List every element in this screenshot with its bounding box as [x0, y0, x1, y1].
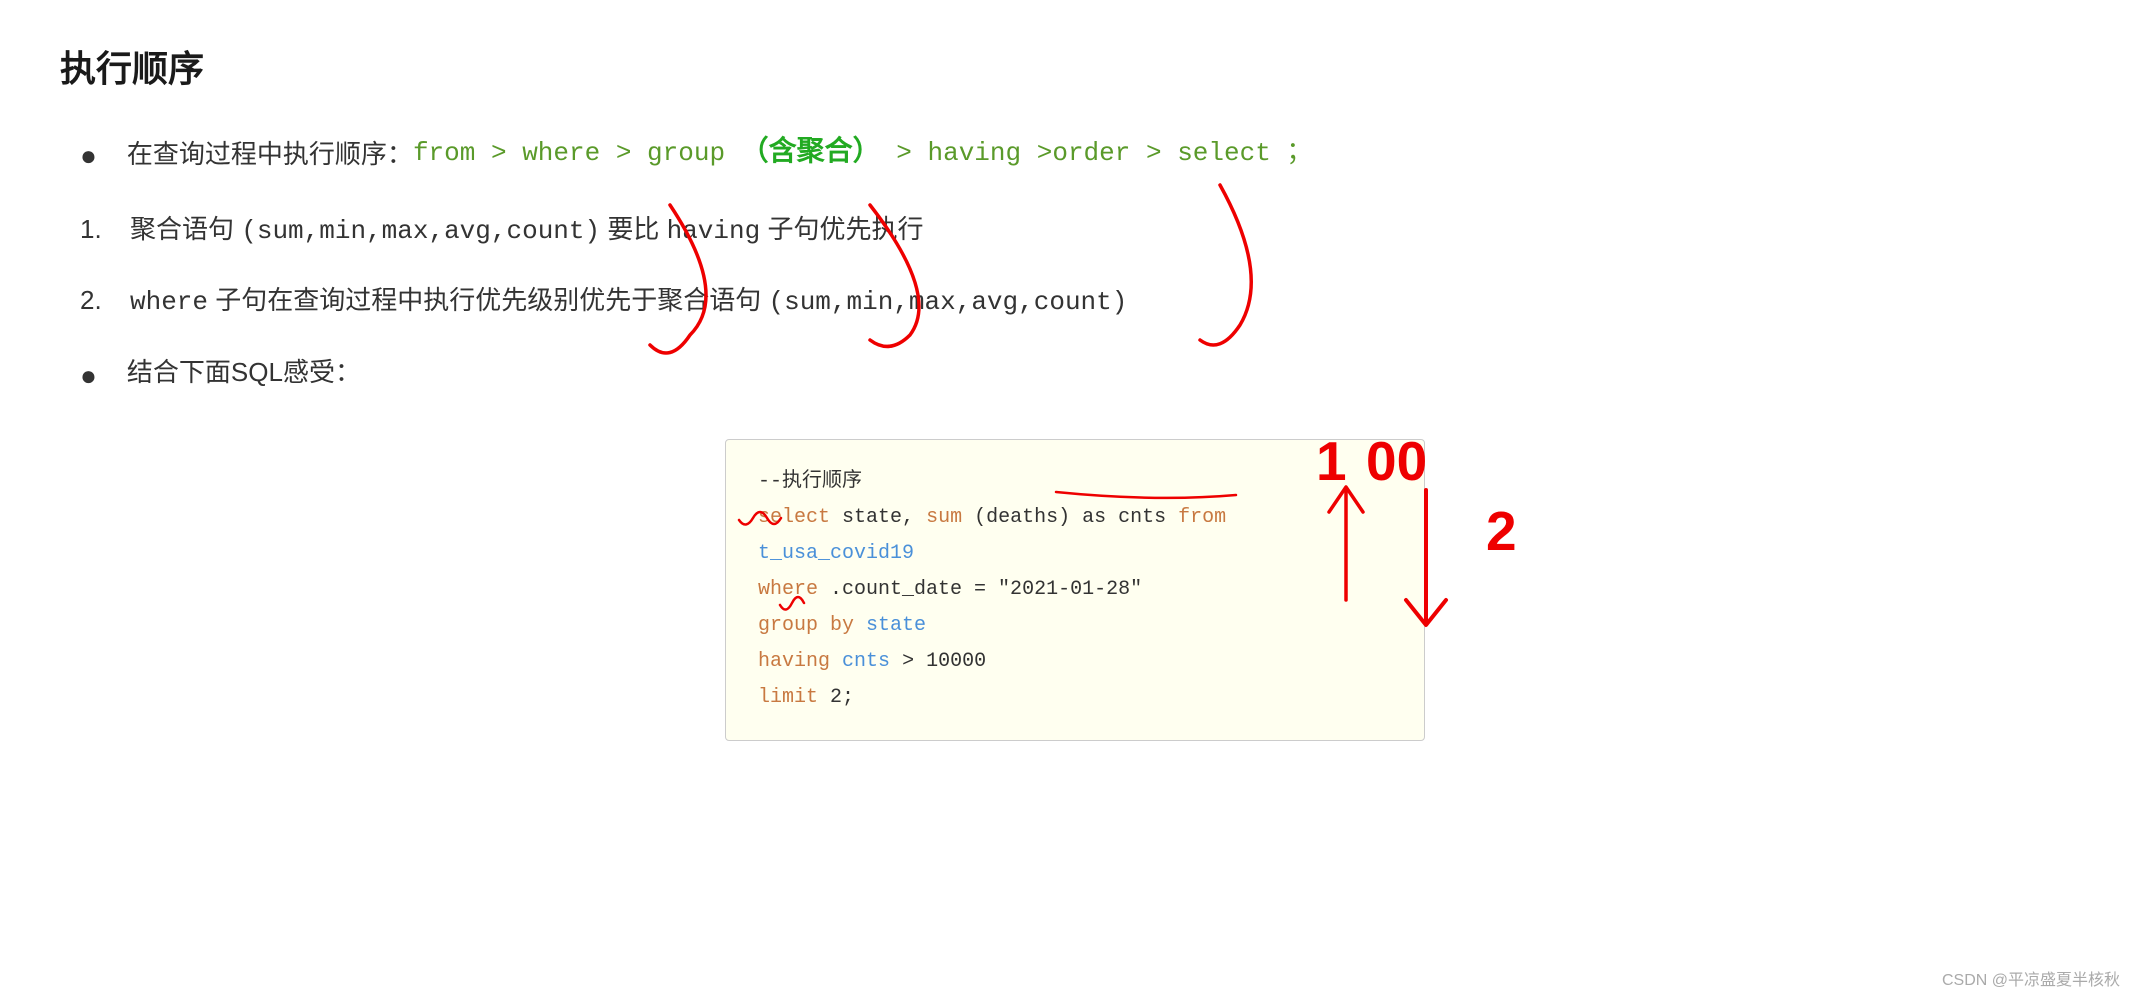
text-2: 子句在查询过程中执行优先级别优先于聚合语句	[215, 285, 761, 315]
num-2: 2.	[80, 280, 130, 322]
sql-having: having	[758, 650, 830, 673]
page-title: 执行顺序	[60, 40, 2090, 92]
bullet-item-1: ● 在查询过程中执行顺序： from > where > group （含聚合）…	[80, 132, 2090, 179]
kw-select: select	[1177, 138, 1271, 168]
sql-line-4: having cnts > 10000	[758, 644, 1392, 680]
numbered-2-content: where 子句在查询过程中执行优先级别优先于聚合语句 (sum,min,max…	[130, 280, 1127, 324]
having-kw: having	[667, 216, 761, 246]
kw-group-agg: （含聚合）	[741, 138, 881, 169]
sql-col-state: state,	[842, 506, 914, 529]
text-compare: 要比	[607, 214, 659, 244]
text-agg: 聚合语句	[130, 214, 234, 244]
kw-group: group	[647, 138, 725, 168]
arrow-4: >	[1146, 138, 1177, 168]
kw-having: having	[928, 138, 1022, 168]
arrow-3: >	[896, 138, 927, 168]
sql-code-box: --执行顺序 select state, sum (deaths) as cnt…	[725, 439, 1425, 741]
arrow-2: >	[616, 138, 647, 168]
sql-groupby: group by	[758, 614, 854, 637]
svg-text:2: 2	[1486, 500, 1517, 562]
kw-order: >order	[1037, 138, 1131, 168]
sql-box-wrapper: --执行顺序 select state, sum (deaths) as cnt…	[60, 439, 2090, 741]
sql-val: 10000	[926, 650, 986, 673]
sql-deaths: (deaths) as cnts	[974, 506, 1178, 529]
num-1: 1.	[80, 209, 130, 251]
sql-cnts: cnts	[842, 650, 890, 673]
bullet-item-2: ● 结合下面SQL感受：	[80, 352, 2090, 399]
sql-state-col: state	[866, 614, 926, 637]
sql-line-2: where .count_date = "2021-01-28"	[758, 572, 1392, 608]
numbered-1-content: 聚合语句 (sum,min,max,avg,count) 要比 having 子…	[130, 209, 923, 253]
agg-funcs: (sum,min,max,avg,count)	[241, 216, 600, 246]
order-line: 在查询过程中执行顺序： from > where > group （含聚合） >…	[127, 132, 1313, 177]
sql-where: where	[758, 578, 818, 601]
sql-line-5: limit 2;	[758, 680, 1392, 716]
kw-from: from	[413, 138, 475, 168]
sql-limit: limit	[758, 686, 818, 709]
kw-where: where	[522, 138, 600, 168]
watermark: CSDN @平凉盛夏半核秋	[1942, 966, 2120, 990]
prefix-text: 在查询过程中执行顺序：	[127, 134, 413, 176]
sql-limit-val: 2;	[830, 686, 854, 709]
numbered-item-2: 2. where 子句在查询过程中执行优先级别优先于聚合语句 (sum,min,…	[80, 280, 2090, 324]
agg-funcs-2: (sum,min,max,avg,count)	[769, 287, 1128, 317]
bullet-dot-2: ●	[80, 354, 97, 399]
text-end: 子句优先执行	[767, 214, 923, 244]
sql-table: t_usa_covid19	[758, 542, 914, 565]
where-kw-2: where	[130, 287, 208, 317]
sql-line-1: select state, sum (deaths) as cnts from …	[758, 500, 1392, 572]
sql-sum: sum	[926, 506, 962, 529]
bullet-dot-1: ●	[80, 134, 97, 179]
sql-gt: >	[902, 650, 926, 673]
sql-select: select	[758, 506, 830, 529]
sql-comment: --执行顺序	[758, 464, 1392, 500]
numbered-item-1: 1. 聚合语句 (sum,min,max,avg,count) 要比 havin…	[80, 209, 2090, 253]
sql-line-3: group by state	[758, 608, 1392, 644]
sql-condition: .count_date = "2021-01-28"	[830, 578, 1142, 601]
semicolon: ；	[1286, 138, 1312, 168]
bullet-2-text: 结合下面SQL感受：	[127, 352, 361, 394]
execution-order: from > where > group （含聚合） > having >ord…	[413, 132, 1313, 177]
arrow-1: >	[491, 138, 522, 168]
sql-from: from	[1178, 506, 1226, 529]
